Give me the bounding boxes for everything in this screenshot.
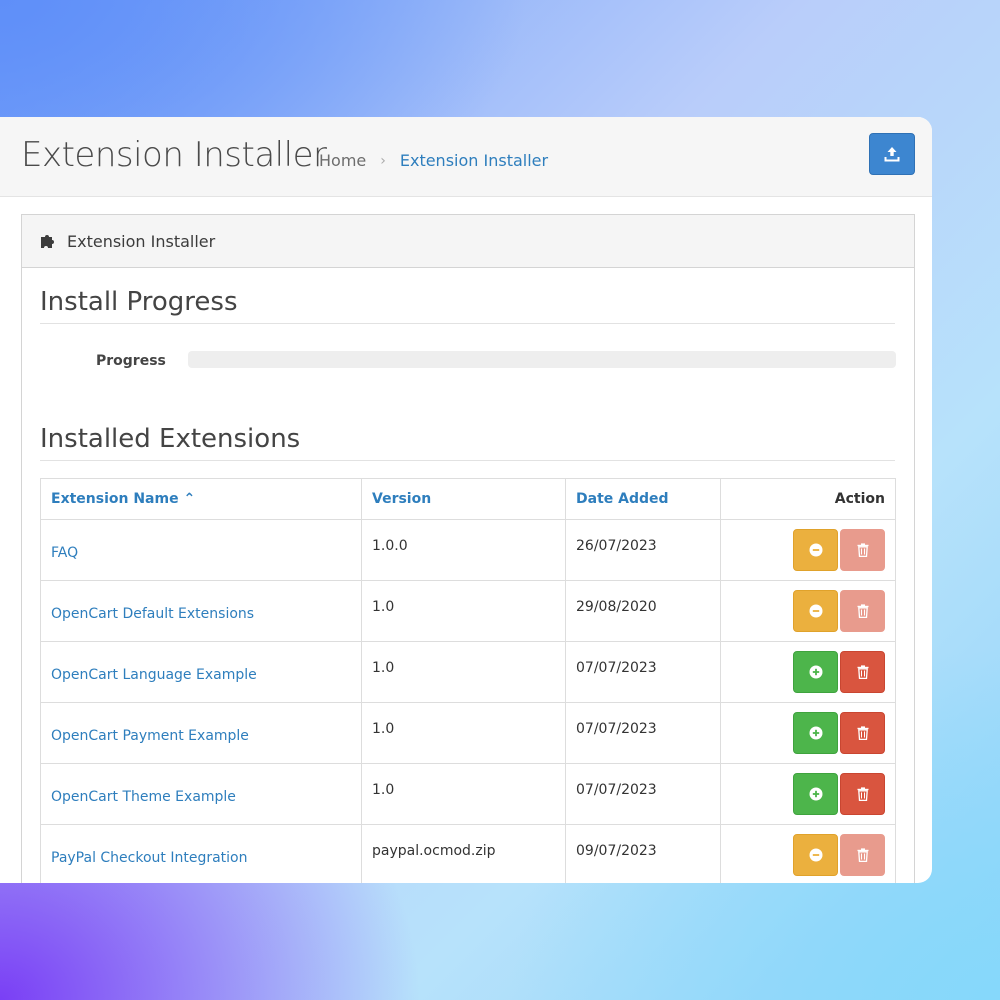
extension-name-link[interactable]: OpenCart Language Example — [51, 667, 257, 683]
trash-icon — [857, 665, 868, 679]
delete-button[interactable] — [840, 529, 885, 571]
extension-date-added: 29/08/2020 — [565, 580, 721, 642]
table-row: OpenCart Default Extensions 1.0 29/08/20… — [40, 580, 896, 642]
section-divider — [40, 460, 895, 461]
extension-version: 1.0.0 — [361, 519, 566, 581]
trash-icon — [857, 543, 868, 557]
table-row: OpenCart Theme Example 1.0 07/07/2023 — [40, 763, 896, 825]
table-row: OpenCart Payment Example 1.0 07/07/2023 — [40, 702, 896, 764]
delete-button[interactable] — [840, 651, 885, 693]
breadcrumb-extension-installer[interactable]: Extension Installer — [400, 151, 548, 170]
plus-circle-icon — [809, 665, 822, 679]
column-header-version[interactable]: Version — [361, 478, 566, 520]
extension-version: 1.0 — [361, 702, 566, 764]
table-header-row: Extension Name ⌃ Version Date Added Acti… — [40, 478, 896, 520]
panel-heading-title: Extension Installer — [67, 231, 216, 251]
extension-version: 1.0 — [361, 580, 566, 642]
extension-date-added: 07/07/2023 — [565, 763, 721, 825]
uninstall-button[interactable] — [793, 834, 838, 876]
extension-name-link[interactable]: OpenCart Theme Example — [51, 789, 236, 805]
extension-actions — [720, 519, 896, 581]
delete-button[interactable] — [840, 712, 885, 754]
extension-name-cell: OpenCart Default Extensions — [40, 580, 362, 642]
column-header-name[interactable]: Extension Name ⌃ — [40, 478, 362, 520]
extension-installer-panel: Extension Installer Install Progress Pro… — [21, 214, 915, 883]
extension-name-cell: OpenCart Theme Example — [40, 763, 362, 825]
trash-icon — [857, 726, 868, 740]
table-row: PayPal Checkout Integration paypal.ocmod… — [40, 824, 896, 883]
breadcrumb-separator-icon: › — [380, 152, 386, 169]
extension-actions — [720, 824, 896, 883]
installed-extensions-table: Extension Name ⌃ Version Date Added Acti… — [40, 478, 896, 883]
breadcrumb: Home › Extension Installer — [319, 151, 548, 170]
plus-circle-icon — [809, 787, 822, 801]
trash-icon — [857, 604, 868, 618]
trash-icon — [857, 848, 868, 862]
extension-name-cell: PayPal Checkout Integration — [40, 824, 362, 883]
breadcrumb-home[interactable]: Home — [319, 151, 366, 170]
progress-bar — [188, 351, 896, 368]
extension-date-added: 07/07/2023 — [565, 641, 721, 703]
plus-circle-icon — [809, 726, 822, 740]
minus-circle-icon — [809, 848, 822, 862]
extension-name-cell: FAQ — [40, 519, 362, 581]
panel-heading: Extension Installer — [22, 215, 914, 268]
minus-circle-icon — [809, 543, 822, 557]
extension-name-link[interactable]: FAQ — [51, 545, 78, 561]
extension-date-added: 09/07/2023 — [565, 824, 721, 883]
delete-button[interactable] — [840, 773, 885, 815]
extension-name-link[interactable]: OpenCart Payment Example — [51, 728, 249, 744]
extension-version: paypal.ocmod.zip — [361, 824, 566, 883]
install-progress-title: Install Progress — [40, 287, 238, 317]
extension-date-added: 07/07/2023 — [565, 702, 721, 764]
extension-actions — [720, 641, 896, 703]
trash-icon — [857, 787, 868, 801]
puzzle-piece-icon — [39, 232, 57, 250]
progress-label: Progress — [96, 353, 166, 369]
column-header-action: Action — [720, 478, 896, 520]
table-row: OpenCart Language Example 1.0 07/07/2023 — [40, 641, 896, 703]
extension-version: 1.0 — [361, 641, 566, 703]
extension-name-link[interactable]: OpenCart Default Extensions — [51, 606, 254, 622]
column-header-date[interactable]: Date Added — [565, 478, 721, 520]
install-button[interactable] — [793, 712, 838, 754]
sort-by-date-link[interactable]: Date Added — [576, 491, 669, 507]
uninstall-button[interactable] — [793, 529, 838, 571]
upload-button[interactable] — [869, 133, 915, 175]
extension-actions — [720, 763, 896, 825]
section-divider — [40, 323, 895, 324]
table-row: FAQ 1.0.0 26/07/2023 — [40, 519, 896, 581]
sort-by-name-link[interactable]: Extension Name ⌃ — [51, 491, 195, 507]
extension-name-link[interactable]: PayPal Checkout Integration — [51, 850, 248, 866]
extension-actions — [720, 702, 896, 764]
install-button[interactable] — [793, 651, 838, 693]
extension-name-cell: OpenCart Payment Example — [40, 702, 362, 764]
upload-icon — [884, 147, 900, 162]
install-button[interactable] — [793, 773, 838, 815]
minus-circle-icon — [809, 604, 822, 618]
sort-by-version-link[interactable]: Version — [372, 491, 431, 507]
extension-actions — [720, 580, 896, 642]
uninstall-button[interactable] — [793, 590, 838, 632]
extension-date-added: 26/07/2023 — [565, 519, 721, 581]
page-title: Extension Installer — [21, 135, 327, 175]
app-window: Extension Installer Home › Extension Ins… — [0, 117, 932, 883]
extension-name-cell: OpenCart Language Example — [40, 641, 362, 703]
page-header: Extension Installer Home › Extension Ins… — [0, 117, 932, 197]
delete-button[interactable] — [840, 834, 885, 876]
delete-button[interactable] — [840, 590, 885, 632]
sort-ascending-icon: ⌃ — [183, 491, 196, 507]
extension-version: 1.0 — [361, 763, 566, 825]
installed-extensions-title: Installed Extensions — [40, 424, 301, 454]
